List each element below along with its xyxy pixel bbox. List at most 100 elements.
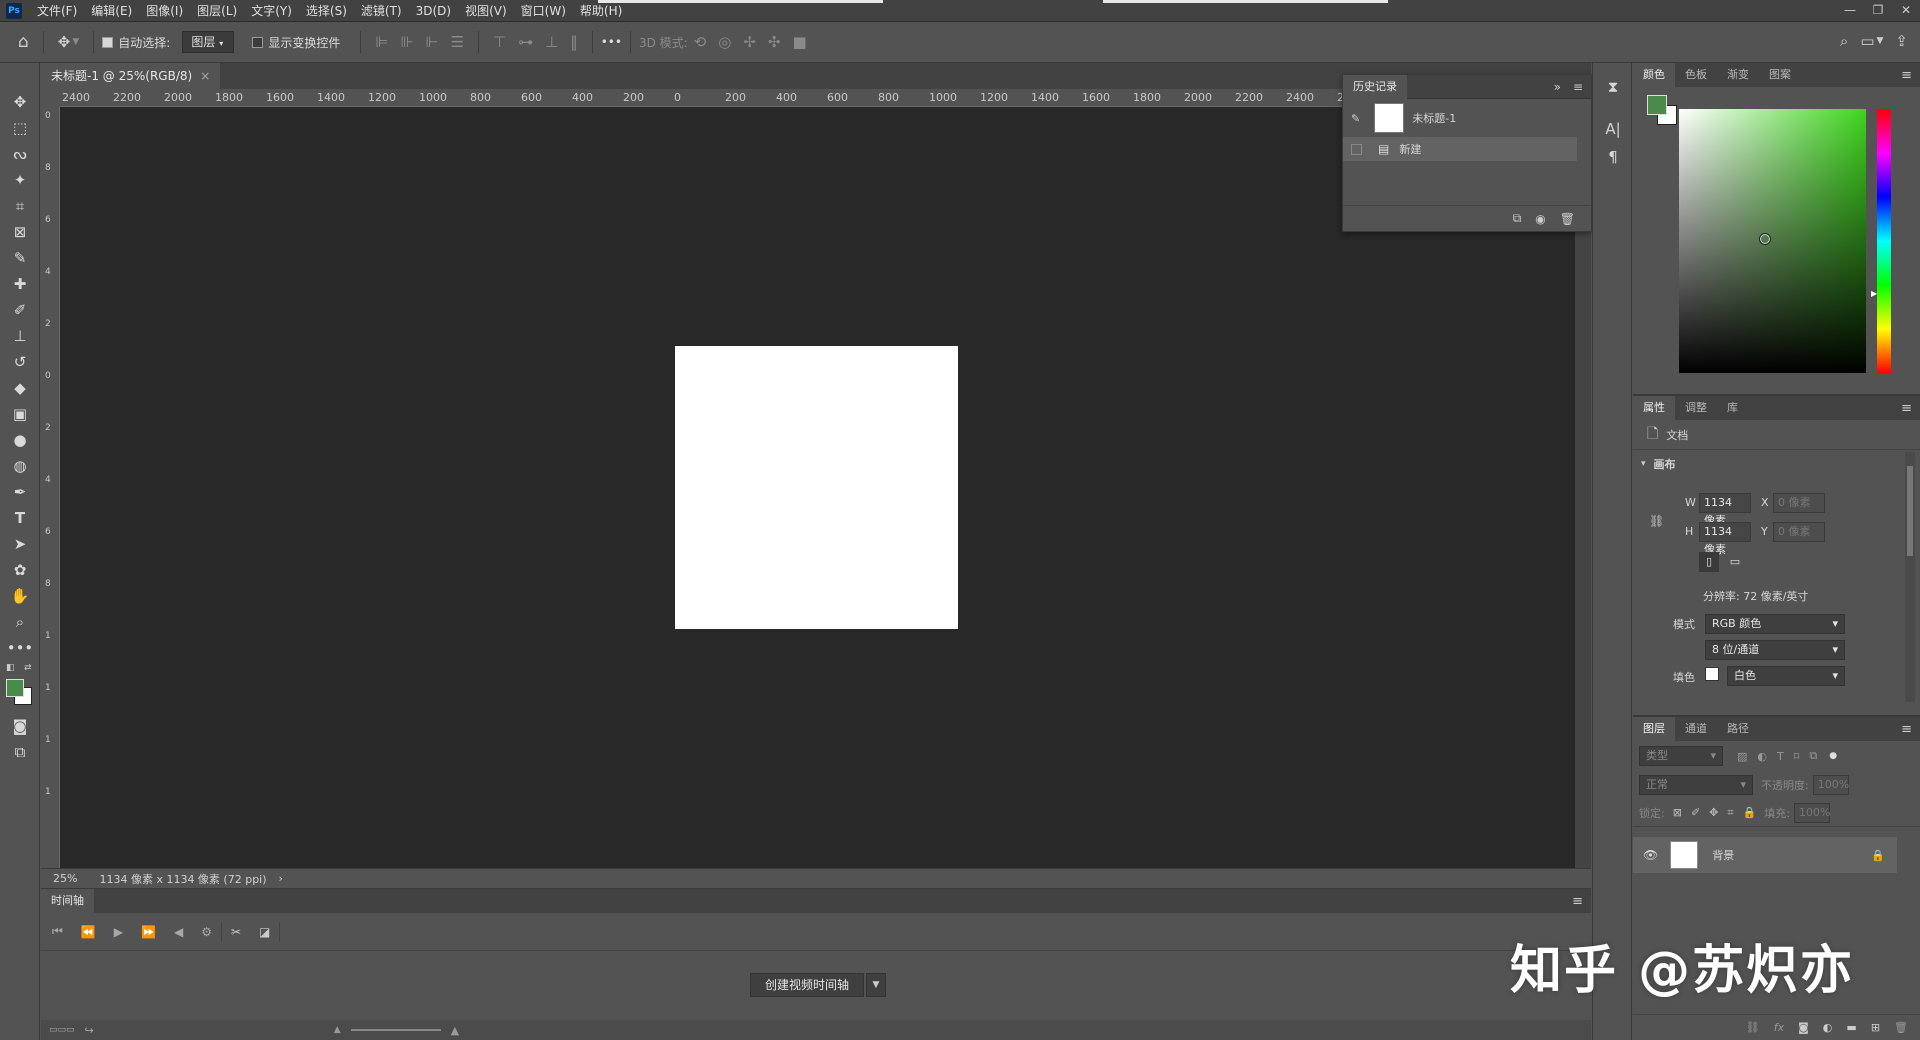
zoom-in-icon[interactable]: ▲ [451, 1024, 459, 1037]
history-snapshot[interactable]: ✎ 未标题-1 [1343, 101, 1591, 135]
tab-color[interactable]: 颜色 [1633, 63, 1675, 87]
portrait-orientation-icon[interactable]: ▯ [1699, 552, 1719, 572]
eraser-tool-icon[interactable]: ◆ [0, 375, 40, 401]
auto-select-checkbox[interactable] [102, 36, 114, 48]
distribute-icon[interactable]: ☰ [451, 33, 464, 51]
paragraph-panel-icon[interactable]: ¶ [1593, 143, 1633, 171]
filter-type-icon[interactable]: T [1777, 750, 1784, 763]
type-tool-icon[interactable]: T [0, 505, 40, 531]
y-field[interactable]: 0 像素 [1773, 522, 1825, 542]
frame-tool-icon[interactable]: ⊠ [0, 219, 40, 245]
width-field[interactable]: 1134 像素 [1699, 493, 1751, 527]
quick-mask-icon[interactable]: ◙ [0, 713, 40, 739]
color-field[interactable] [1679, 109, 1866, 373]
panel-menu-icon[interactable]: ≡ [1901, 401, 1912, 416]
tab-adjustments[interactable]: 调整 [1675, 396, 1717, 420]
history-state[interactable]: ▤ 新建 [1343, 137, 1577, 161]
link-layers-icon[interactable]: ⛓ [1746, 1021, 1760, 1034]
document-info[interactable]: 1134 像素 x 1134 像素 (72 ppi) [99, 871, 266, 887]
chevron-down-icon[interactable]: ▼ [72, 37, 79, 47]
workspace-icon[interactable]: ▭ [1860, 32, 1874, 50]
hue-slider-handle-icon[interactable]: ▶ [1871, 289, 1877, 298]
history-brush-tool-icon[interactable]: ↺ [0, 349, 40, 375]
auto-select-dropdown[interactable]: 图层 ▾ [182, 31, 235, 53]
tab-channels[interactable]: 通道 [1675, 717, 1717, 741]
marquee-tool-icon[interactable]: ⬚ [0, 115, 40, 141]
layer-filter-dropdown[interactable]: 类型 ▾ [1639, 746, 1723, 766]
magic-wand-tool-icon[interactable]: ✦ [0, 167, 40, 193]
height-field[interactable]: 1134 像素 [1699, 522, 1751, 556]
trash-icon[interactable]: 🗑 [1560, 212, 1575, 226]
lock-pixels-icon[interactable]: ✐ [1691, 806, 1700, 819]
new-layer-icon[interactable]: ⊞ [1871, 1021, 1880, 1034]
foreground-color-swatch[interactable] [6, 679, 24, 697]
share-icon[interactable]: ⇪ [1895, 32, 1908, 50]
tab-libraries[interactable]: 库 [1717, 396, 1748, 420]
color-foreground-swatch[interactable] [1647, 95, 1667, 115]
align-middle-icon[interactable]: ⊶ [518, 33, 533, 51]
healing-brush-tool-icon[interactable]: ✚ [0, 271, 40, 297]
lock-position-icon[interactable]: ✥ [1709, 806, 1718, 819]
crop-tool-icon[interactable]: ⌗ [0, 193, 40, 219]
settings-gear-icon[interactable]: ⚙ [201, 925, 212, 939]
align-top-icon[interactable]: ⊤ [493, 33, 506, 51]
history-brush-source-icon[interactable]: ✎ [1351, 112, 1360, 125]
fill-dropdown[interactable]: 白色 ▾ [1727, 666, 1845, 686]
landscape-orientation-icon[interactable]: ▭ [1725, 552, 1745, 572]
x-field[interactable]: 0 像素 [1773, 493, 1825, 513]
lock-all-icon[interactable]: 🔒 [1743, 806, 1757, 819]
zoom-tool-icon[interactable]: ⌕ [0, 609, 40, 635]
tab-gradients[interactable]: 渐变 [1717, 63, 1759, 87]
minimize-button[interactable]: — [1836, 3, 1864, 17]
new-document-from-state-icon[interactable]: ⧉ [1513, 211, 1522, 226]
history-tab[interactable]: 历史记录 [1343, 74, 1407, 99]
audio-icon[interactable]: ◀ [174, 925, 183, 939]
color-picker-cursor[interactable] [1759, 233, 1771, 245]
transition-icon[interactable]: ◪ [259, 925, 270, 939]
layer-name[interactable]: 背景 [1712, 847, 1734, 863]
play-icon[interactable]: ▶ [114, 925, 123, 939]
frame-animation-icon[interactable]: ▭▭▭ [49, 1025, 75, 1035]
menu-image[interactable]: 图像(I) [139, 0, 190, 22]
3d-pan-icon[interactable]: ✢ [743, 33, 756, 51]
tab-layers[interactable]: 图层 [1633, 717, 1675, 741]
split-scissors-icon[interactable]: ✂ [231, 925, 241, 939]
restore-button[interactable]: ❐ [1864, 3, 1892, 17]
blur-tool-icon[interactable]: ● [0, 427, 40, 453]
filter-pixel-icon[interactable]: ▨ [1737, 750, 1747, 763]
folder-icon[interactable]: ▬ [1846, 1021, 1856, 1034]
close-tab-icon[interactable]: × [200, 63, 210, 89]
section-chevron-icon[interactable]: ▾ [1641, 459, 1646, 469]
lock-artboard-icon[interactable]: ⌗ [1727, 806, 1733, 820]
history-panel-icon[interactable]: ⧗ [1593, 73, 1633, 101]
layer-lock-icon[interactable]: 🔒 [1871, 849, 1885, 862]
more-options-button[interactable]: ••• [601, 35, 622, 49]
search-icon[interactable]: ⌕ [1840, 32, 1848, 50]
menu-help[interactable]: 帮助(H) [573, 0, 629, 22]
properties-scrollbar[interactable] [1905, 452, 1915, 702]
align-bottom-icon[interactable]: ⊥ [545, 33, 558, 51]
3d-orbit-icon[interactable]: ⟲ [694, 33, 707, 51]
distribute-v-icon[interactable]: ‖ [570, 33, 578, 51]
3d-roll-icon[interactable]: ◎ [718, 33, 731, 51]
panel-menu-icon[interactable]: ≡ [1901, 722, 1912, 737]
path-selection-tool-icon[interactable]: ➤ [0, 531, 40, 557]
3d-camera-icon[interactable]: ■ [793, 33, 807, 51]
timeline-zoom-slider[interactable] [350, 1029, 441, 1031]
menu-layer[interactable]: 图层(L) [190, 0, 244, 22]
history-state-checkbox[interactable] [1351, 143, 1362, 155]
close-window-button[interactable]: ✕ [1892, 3, 1920, 17]
bit-depth-dropdown[interactable]: 8 位/通道 ▾ [1705, 640, 1845, 660]
add-mask-icon[interactable]: ◙ [1798, 1021, 1809, 1034]
tab-properties[interactable]: 属性 [1633, 396, 1675, 420]
pen-tool-icon[interactable]: ✒ [0, 479, 40, 505]
move-tool-icon[interactable]: ✥ [58, 33, 71, 51]
opacity-field[interactable]: 100% [1812, 775, 1849, 795]
layer-visibility-eye-icon[interactable]: 👁 [1643, 848, 1658, 862]
zoom-out-icon[interactable]: ▲ [334, 1025, 341, 1035]
delete-layer-icon[interactable]: 🗑 [1894, 1021, 1908, 1034]
panel-menu-icon[interactable]: ≡ [1573, 80, 1583, 94]
shape-tool-icon[interactable]: ✿ [0, 557, 40, 583]
layer-row-background[interactable]: 👁 背景 🔒 [1633, 837, 1897, 873]
show-transform-checkbox[interactable] [252, 36, 264, 48]
